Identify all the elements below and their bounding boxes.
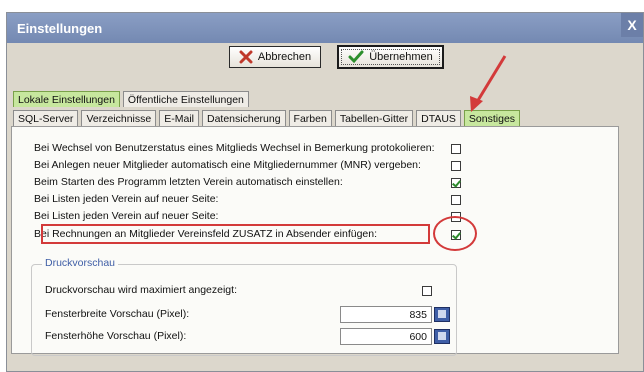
tab-datensicherung[interactable]: Datensicherung xyxy=(202,110,286,126)
cancel-button-label: Abbrechen xyxy=(257,51,312,63)
tab-tabellen-gitter[interactable]: Tabellen-Gitter xyxy=(334,110,414,126)
fensterbreite-value: 835 xyxy=(409,308,427,321)
tab-label: SQL-Server xyxy=(18,112,74,125)
setting-checkbox-4[interactable] xyxy=(451,195,461,205)
main-tab-row: Lokale Einstellungen Öffentliche Einstel… xyxy=(13,91,252,107)
tab-oeffentliche-einstellungen[interactable]: Öffentliche Einstellungen xyxy=(122,91,249,107)
checkmark-icon xyxy=(348,50,364,64)
fensterbreite-label: Fensterbreite Vorschau (Pixel): xyxy=(45,308,190,320)
tab-label: Datensicherung xyxy=(207,112,281,125)
cancel-button[interactable]: Abbrechen xyxy=(229,46,321,68)
tab-farben[interactable]: Farben xyxy=(288,110,332,126)
sub-tab-row: SQL-Server Verzeichnisse E-Mail Datensic… xyxy=(13,110,523,126)
tab-label: Lokale Einstellungen xyxy=(18,93,115,106)
close-icon: X xyxy=(627,17,637,33)
close-button[interactable]: X xyxy=(621,13,643,37)
setting-checkbox-2[interactable] xyxy=(451,161,461,171)
fensterhoehe-label: Fensterhöhe Vorschau (Pixel): xyxy=(45,330,187,342)
calculator-icon[interactable] xyxy=(434,329,450,344)
tab-label: Verzeichnisse xyxy=(86,112,152,125)
setting-checkbox-3[interactable] xyxy=(451,178,461,188)
fensterhoehe-value: 600 xyxy=(409,330,427,343)
title-bar: Einstellungen xyxy=(7,13,643,43)
annotation-highlight-box xyxy=(41,224,430,244)
tab-sql-server[interactable]: SQL-Server xyxy=(13,110,79,126)
fensterhoehe-input[interactable]: 600 xyxy=(340,328,432,345)
tab-label: Farben xyxy=(293,112,327,125)
setting-label-4: Bei Listen jeden Verein auf neuer Seite: xyxy=(34,193,219,205)
calculator-icon[interactable] xyxy=(434,307,450,322)
setting-label-5: Bei Listen jeden Verein auf neuer Seite: xyxy=(34,210,219,222)
annotation-highlight-circle xyxy=(433,216,477,251)
druckvorschau-maximized-checkbox[interactable] xyxy=(422,286,432,296)
setting-label-2: Bei Anlegen neuer Mitglieder automatisch… xyxy=(34,159,421,171)
fensterbreite-input[interactable]: 835 xyxy=(340,306,432,323)
annotation-arrow-icon xyxy=(470,55,507,112)
druckvorschau-maximized-label: Druckvorschau wird maximiert angezeigt: xyxy=(45,284,237,296)
apply-button[interactable]: Übernehmen xyxy=(337,45,444,69)
x-icon xyxy=(239,50,253,64)
tab-label: DTAUS xyxy=(421,112,456,125)
setting-checkbox-1[interactable] xyxy=(451,144,461,154)
druckvorschau-title: Druckvorschau xyxy=(42,257,119,269)
setting-label-3: Beim Starten des Programm letzten Verein… xyxy=(34,176,343,188)
window-title: Einstellungen xyxy=(17,20,103,36)
apply-button-label: Übernehmen xyxy=(369,51,433,63)
tab-email[interactable]: E-Mail xyxy=(159,110,199,126)
tab-verzeichnisse[interactable]: Verzeichnisse xyxy=(81,110,157,126)
tab-lokale-einstellungen[interactable]: Lokale Einstellungen xyxy=(13,91,120,107)
tab-label: E-Mail xyxy=(164,112,194,125)
tab-label: Tabellen-Gitter xyxy=(339,112,409,125)
tab-label: Öffentliche Einstellungen xyxy=(127,93,244,106)
setting-label-1: Bei Wechsel von Benutzerstatus eines Mit… xyxy=(34,142,435,154)
